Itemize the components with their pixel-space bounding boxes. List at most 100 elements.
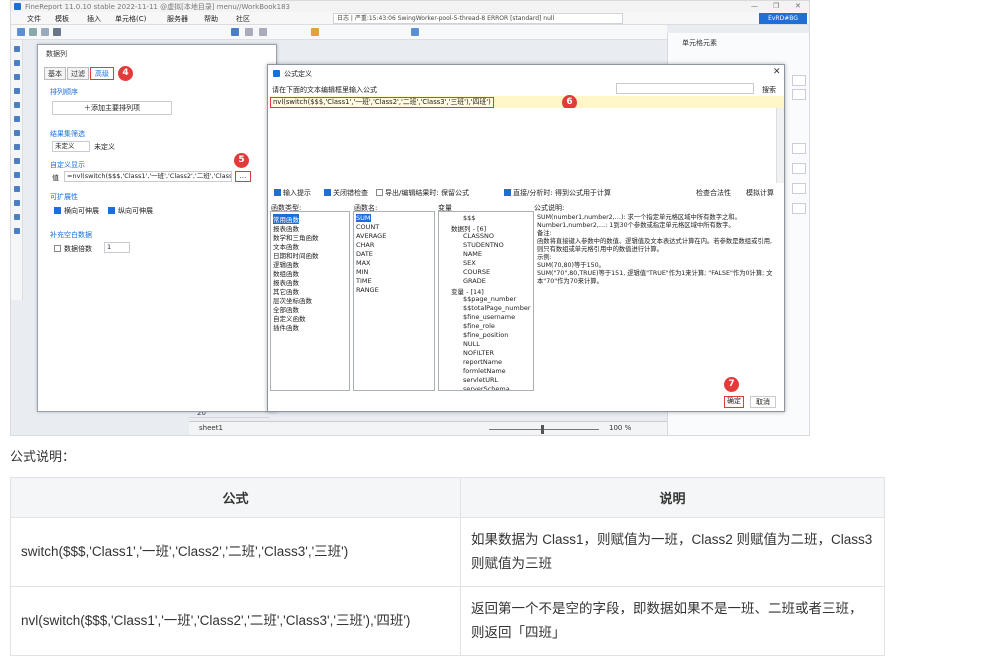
list-item[interactable]: AVERAGE bbox=[356, 232, 386, 240]
user-badge[interactable]: EvRD#BG bbox=[759, 13, 807, 24]
delete-icon[interactable] bbox=[53, 28, 61, 36]
menu-server[interactable]: 服务器 bbox=[167, 14, 188, 24]
list-item[interactable]: TIME bbox=[356, 277, 372, 285]
list-item[interactable]: MAX bbox=[356, 259, 371, 267]
list-item[interactable]: NAME bbox=[463, 250, 482, 258]
formula-text[interactable]: nvl(switch($$$,'Class1','一班','Class2','二… bbox=[270, 97, 494, 108]
format-painter-icon[interactable] bbox=[311, 28, 319, 36]
save-icon[interactable] bbox=[17, 28, 25, 36]
filter-icon[interactable] bbox=[411, 28, 419, 36]
direct-calc-checkbox[interactable] bbox=[504, 189, 511, 196]
multiple-input[interactable]: 1 bbox=[104, 242, 130, 253]
dataset-icon[interactable] bbox=[14, 200, 20, 206]
dataset-icon[interactable] bbox=[14, 116, 20, 122]
close-check-checkbox[interactable] bbox=[324, 189, 331, 196]
sheet-tab[interactable]: sheet1 bbox=[199, 424, 223, 432]
list-item[interactable]: CHAR bbox=[356, 241, 374, 249]
property-dropdown[interactable] bbox=[792, 203, 806, 214]
add-sort-button[interactable]: ＋添加主要排列项 bbox=[52, 101, 172, 115]
menu-help[interactable]: 帮助 bbox=[204, 14, 218, 24]
input-hint-checkbox[interactable] bbox=[274, 189, 281, 196]
property-dropdown[interactable] bbox=[792, 163, 806, 174]
filter-select[interactable]: 未定义 bbox=[52, 141, 90, 152]
maximize-icon[interactable]: ❐ bbox=[773, 2, 779, 10]
dataset-icon[interactable] bbox=[14, 46, 20, 52]
dataset-icon[interactable] bbox=[14, 102, 20, 108]
list-item[interactable]: 插件函数 bbox=[273, 322, 299, 332]
property-dropdown[interactable] bbox=[792, 143, 806, 154]
list-item[interactable]: $$$ bbox=[463, 214, 475, 222]
menu-template[interactable]: 模板 bbox=[55, 14, 69, 24]
list-item[interactable]: NULL bbox=[463, 340, 480, 348]
export-keep-formula-checkbox[interactable] bbox=[376, 189, 383, 196]
list-item[interactable]: COURSE bbox=[463, 268, 490, 276]
dataset-icon[interactable] bbox=[14, 130, 20, 136]
list-item[interactable]: DATE bbox=[356, 250, 373, 258]
expand-vertical-checkbox[interactable] bbox=[108, 207, 115, 214]
menu-community[interactable]: 社区 bbox=[236, 14, 250, 24]
list-item[interactable]: $fine_position bbox=[463, 331, 508, 339]
description-line: SUM("70",80,TRUE)等于151, 逻辑值"TRUE"作为1来计算;… bbox=[537, 270, 773, 285]
list-item[interactable]: formletName bbox=[463, 367, 506, 375]
search-input[interactable] bbox=[616, 83, 754, 94]
sort-section-label: 排列顺序 bbox=[50, 88, 78, 96]
zoom-slider-knob[interactable] bbox=[541, 425, 544, 434]
dataset-icon[interactable] bbox=[14, 74, 20, 80]
dataset-icon[interactable] bbox=[14, 186, 20, 192]
list-item[interactable]: RANGE bbox=[356, 286, 379, 294]
property-dropdown[interactable] bbox=[792, 89, 806, 100]
list-item[interactable]: servletURL bbox=[463, 376, 498, 384]
close-window-icon[interactable]: ✕ bbox=[795, 2, 801, 10]
app-logo-icon bbox=[14, 3, 21, 10]
dataset-icon[interactable] bbox=[14, 158, 20, 164]
dataset-icon[interactable] bbox=[14, 60, 20, 66]
tab-advanced[interactable]: 高级 bbox=[90, 67, 114, 80]
simulate-calc-button[interactable]: 模拟计算 bbox=[746, 188, 774, 198]
zoom-slider[interactable] bbox=[489, 429, 599, 430]
dataset-icon[interactable] bbox=[14, 88, 20, 94]
menu-insert[interactable]: 插入 bbox=[87, 14, 101, 24]
expand-formula-button[interactable]: ... bbox=[235, 171, 251, 182]
dataset-icon[interactable] bbox=[14, 144, 20, 150]
expand-horizontal-checkbox[interactable] bbox=[54, 207, 61, 214]
editor-scrollbar[interactable] bbox=[776, 108, 784, 183]
list-item[interactable]: $fine_username bbox=[463, 313, 515, 321]
list-item[interactable]: $$totalPage_number bbox=[463, 304, 531, 312]
list-item[interactable]: $fine_role bbox=[463, 322, 495, 330]
value-label: 值 bbox=[52, 174, 59, 182]
check-validity-button[interactable]: 检查合法性 bbox=[696, 188, 731, 198]
list-item[interactable]: serverSchema bbox=[463, 385, 510, 390]
cancel-button[interactable]: 取消 bbox=[750, 396, 776, 408]
close-icon[interactable]: ✕ bbox=[773, 67, 781, 77]
ok-button[interactable]: 确定 bbox=[724, 396, 744, 408]
menu-cell[interactable]: 单元格(C) bbox=[115, 14, 146, 24]
custom-display-input[interactable]: =nvl(switch($$$,'Class1','一班','Class2','… bbox=[64, 171, 232, 182]
list-item[interactable]: STUDENTNO bbox=[463, 241, 504, 249]
property-dropdown[interactable] bbox=[792, 75, 806, 86]
supplement-checkbox[interactable] bbox=[54, 245, 61, 252]
undo-icon[interactable] bbox=[245, 28, 253, 36]
list-item[interactable]: MIN bbox=[356, 268, 368, 276]
list-item[interactable]: GRADE bbox=[463, 277, 486, 285]
menu-file[interactable]: 文件 bbox=[27, 14, 41, 24]
dataset-icon[interactable] bbox=[14, 172, 20, 178]
redo-icon[interactable] bbox=[259, 28, 267, 36]
list-item[interactable]: CLASSNO bbox=[463, 232, 494, 240]
tab-filter[interactable]: 过滤 bbox=[67, 67, 89, 80]
list-item[interactable]: NOFILTER bbox=[463, 349, 494, 357]
list-item[interactable]: reportName bbox=[463, 358, 502, 366]
dataset-icon[interactable] bbox=[14, 228, 20, 234]
save-template-icon[interactable] bbox=[231, 28, 239, 36]
formula-editor[interactable] bbox=[270, 108, 784, 183]
minimize-icon[interactable]: — bbox=[751, 2, 758, 10]
tab-basic[interactable]: 基本 bbox=[44, 67, 66, 80]
copy-icon[interactable] bbox=[29, 28, 37, 36]
property-dropdown[interactable] bbox=[792, 183, 806, 194]
list-item[interactable]: $$page_number bbox=[463, 295, 516, 303]
list-item[interactable]: COUNT bbox=[356, 223, 379, 231]
list-item[interactable]: SUM bbox=[356, 214, 371, 222]
search-button[interactable]: 搜索 bbox=[762, 85, 776, 95]
dataset-icon[interactable] bbox=[14, 214, 20, 220]
paste-icon[interactable] bbox=[41, 28, 49, 36]
list-item[interactable]: SEX bbox=[463, 259, 476, 267]
